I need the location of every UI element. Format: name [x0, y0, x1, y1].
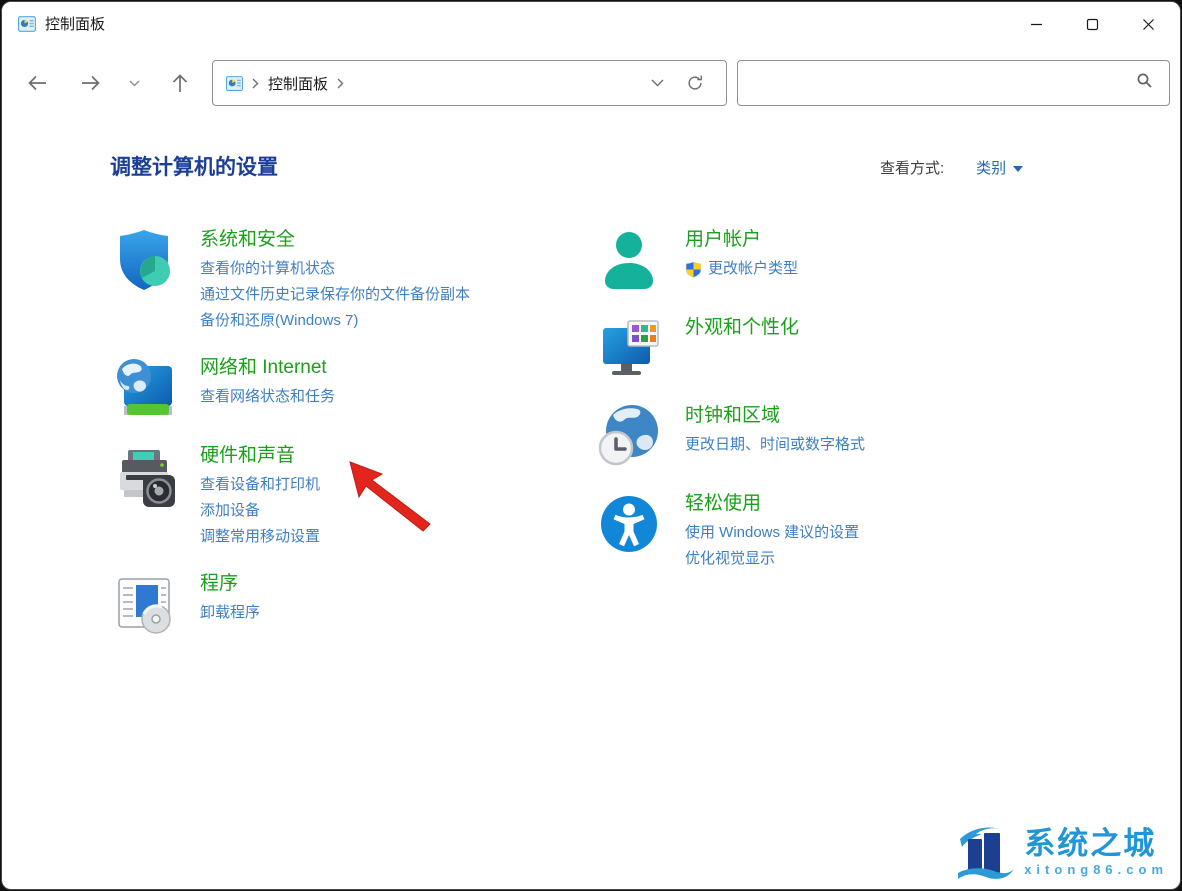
task-link[interactable]: 更改帐户类型: [685, 256, 798, 282]
watermark-logo-icon: [956, 821, 1016, 883]
task-link-label: 更改日期、时间或数字格式: [685, 432, 865, 458]
category-title-programs[interactable]: 程序: [200, 572, 260, 596]
window-controls: [1008, 2, 1176, 46]
category-network-internet: 网络和 Internet 查看网络状态和任务: [110, 354, 580, 422]
task-link-label: 备份和还原(Windows 7): [200, 308, 358, 334]
category-appearance-personalization: 外观和个性化: [595, 314, 1085, 382]
uac-shield-icon: [685, 261, 702, 278]
view-by-control: 查看方式: 类别: [880, 157, 1023, 178]
search-input[interactable]: [738, 61, 1136, 105]
back-button[interactable]: [21, 61, 53, 105]
recent-locations-chevron-icon[interactable]: [124, 61, 144, 105]
task-link[interactable]: 通过文件历史记录保存你的文件备份副本: [200, 282, 470, 308]
task-link[interactable]: 查看设备和打印机: [200, 472, 320, 498]
category-programs: 程序卸载程序: [110, 570, 580, 638]
task-link[interactable]: 备份和还原(Windows 7): [200, 308, 470, 334]
task-link[interactable]: 查看你的计算机状态: [200, 256, 470, 282]
user-accounts-icon[interactable]: [595, 226, 663, 294]
forward-button[interactable]: [74, 61, 106, 105]
window-title: 控制面板: [45, 13, 105, 34]
task-link-label: 卸载程序: [200, 600, 260, 626]
task-link-label: 添加设备: [200, 498, 260, 524]
control-panel-icon: [226, 75, 243, 92]
task-link[interactable]: 添加设备: [200, 498, 320, 524]
task-link-label: 通过文件历史记录保存你的文件备份副本: [200, 282, 470, 308]
breadcrumb-control-panel[interactable]: 控制面板: [268, 73, 328, 94]
task-link[interactable]: 优化视觉显示: [685, 546, 859, 572]
task-link-label: 优化视觉显示: [685, 546, 775, 572]
minimize-button[interactable]: [1008, 2, 1064, 46]
search-box: [737, 60, 1170, 106]
address-dropdown-chevron-icon[interactable]: [638, 61, 676, 105]
watermark-site-name: 系统之城: [1024, 827, 1168, 861]
ease-of-access-icon[interactable]: [595, 490, 663, 558]
search-icon[interactable]: [1136, 72, 1153, 94]
category-ease-of-access: 轻松使用使用 Windows 建议的设置优化视觉显示: [595, 490, 1085, 572]
chevron-right-icon[interactable]: [252, 78, 259, 89]
view-by-label: 查看方式:: [880, 157, 944, 178]
task-link-label: 查看网络状态和任务: [200, 384, 335, 410]
address-bar[interactable]: 控制面板: [212, 60, 727, 106]
category-title-system-security[interactable]: 系统和安全: [200, 228, 470, 252]
hardware-sound-icon[interactable]: [110, 442, 178, 510]
categories-right-column: 用户帐户更改帐户类型外观和个性化时钟和区域更改日期、时间或数字格式轻松使用使用 …: [595, 226, 1085, 592]
task-link[interactable]: 使用 Windows 建议的设置: [685, 520, 859, 546]
watermark-site-url: xitong86.com: [1024, 862, 1168, 877]
category-clock-region: 时钟和区域更改日期、时间或数字格式: [595, 402, 1085, 470]
task-link-label: 调整常用移动设置: [200, 524, 320, 550]
category-title-network-internet[interactable]: 网络和 Internet: [200, 356, 335, 380]
task-link[interactable]: 更改日期、时间或数字格式: [685, 432, 865, 458]
category-hardware-sound: 硬件和声音查看设备和打印机添加设备调整常用移动设置: [110, 442, 580, 550]
maximize-button[interactable]: [1064, 2, 1120, 46]
view-by-value: 类别: [976, 157, 1006, 178]
personalization-icon[interactable]: [595, 314, 663, 382]
dropdown-triangle-icon: [1013, 166, 1023, 172]
task-link[interactable]: 查看网络状态和任务: [200, 384, 335, 410]
system-security-icon[interactable]: [110, 226, 178, 294]
refresh-icon[interactable]: [676, 61, 714, 105]
page-title: 调整计算机的设置: [110, 151, 278, 181]
category-title-ease-of-access[interactable]: 轻松使用: [685, 492, 859, 516]
navigation-bar: 控制面板: [2, 58, 1180, 108]
categories-left-column: 系统和安全查看你的计算机状态通过文件历史记录保存你的文件备份副本备份和还原(Wi…: [110, 226, 580, 658]
category-title-hardware-sound[interactable]: 硬件和声音: [200, 444, 320, 468]
category-title-clock-region[interactable]: 时钟和区域: [685, 404, 865, 428]
category-user-accounts: 用户帐户更改帐户类型: [595, 226, 1085, 294]
task-link-label: 查看设备和打印机: [200, 472, 320, 498]
watermark: 系统之城 xitong86.com: [956, 821, 1168, 883]
up-button[interactable]: [164, 61, 196, 105]
category-system-security: 系统和安全查看你的计算机状态通过文件历史记录保存你的文件备份副本备份和还原(Wi…: [110, 226, 580, 334]
close-button[interactable]: [1120, 2, 1176, 46]
task-link-label: 查看你的计算机状态: [200, 256, 335, 282]
network-internet-icon[interactable]: [110, 354, 178, 422]
task-link-label: 使用 Windows 建议的设置: [685, 520, 859, 546]
title-bar: 控制面板: [2, 2, 1180, 46]
category-title-appearance-personalization[interactable]: 外观和个性化: [685, 316, 799, 340]
control-panel-window: 控制面板 控制面板 调整计算机的设置 查看方式: [1, 1, 1181, 890]
task-link[interactable]: 卸载程序: [200, 600, 260, 626]
chevron-right-icon[interactable]: [337, 78, 344, 89]
clock-region-icon[interactable]: [595, 402, 663, 470]
task-link-label: 更改帐户类型: [708, 256, 798, 282]
task-link[interactable]: 调整常用移动设置: [200, 524, 320, 550]
view-by-dropdown[interactable]: 类别: [976, 157, 1023, 178]
control-panel-icon: [18, 15, 36, 33]
category-title-user-accounts[interactable]: 用户帐户: [685, 228, 798, 252]
programs-icon[interactable]: [110, 570, 178, 638]
